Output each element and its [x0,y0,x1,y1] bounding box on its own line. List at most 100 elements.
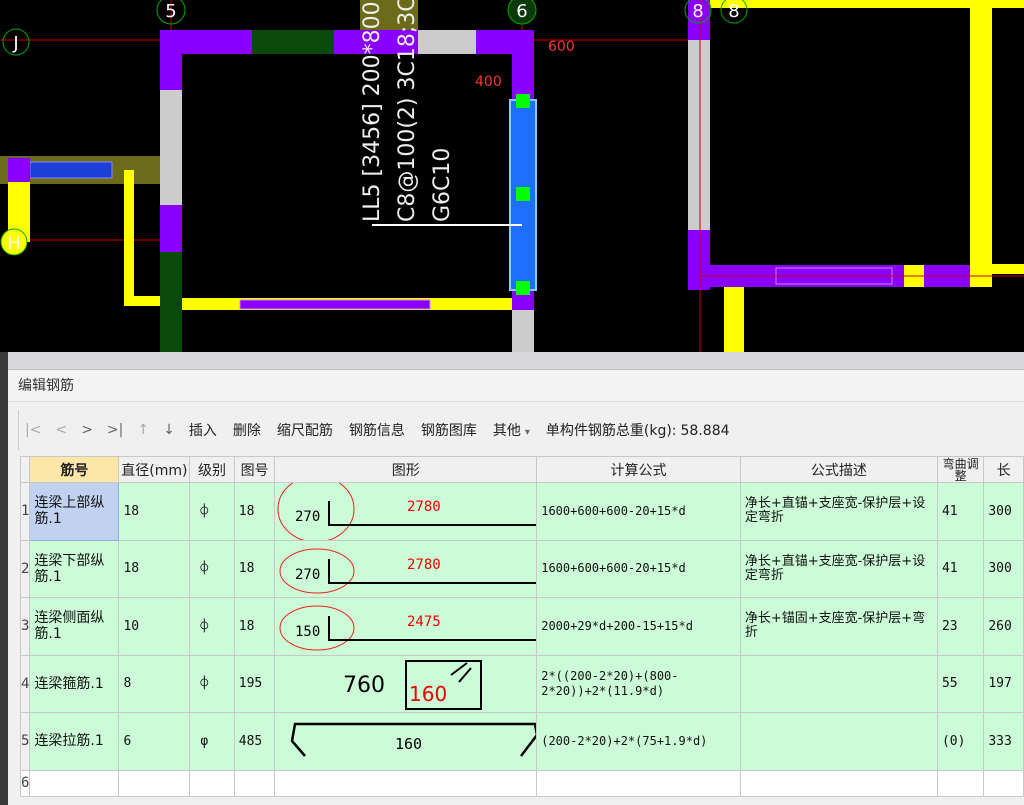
grade-cell[interactable]: ⌽ [189,482,235,541]
empty-cell[interactable] [936,769,985,797]
last-record-button[interactable]: >| [107,422,123,438]
svg-text:H: H [7,233,21,254]
figure-no-cell[interactable]: 18 [233,597,276,656]
first-record-button[interactable]: |< [25,422,41,438]
header-figure-no[interactable]: 图号 [233,456,276,483]
main-length: 2475 [407,614,441,630]
formula-cell[interactable]: (200-2*20)+2*(75+1.9*d) [536,712,741,771]
grade-cell[interactable]: ⌽ [189,539,235,598]
total-weight-value: 58.884 [680,423,730,439]
beam-annotation-line2: C8@100(2) 3C18;3C [395,0,420,222]
description-cell[interactable] [739,654,938,713]
header-bar-no[interactable]: 筋号 [29,456,120,483]
empty-cell[interactable] [189,769,235,797]
table-row[interactable]: 1 连梁上部纵筋.1 18 ⌽ 18 270 2780 1600+600+600… [19,482,1024,541]
table-row[interactable]: 3 连梁侧面纵筋.1 10 ⌽ 18 150 2475 2000+29*d+20… [19,597,1024,656]
table-row[interactable]: 5 连梁拉筋.1 6 φ 485 160 (200-2*20)+2*(75+1.… [19,712,1024,771]
bar-name-cell[interactable]: 连梁上部纵筋.1 [29,482,120,541]
empty-cell[interactable] [274,769,538,797]
main-length: 2780 [407,499,441,515]
formula-cell[interactable]: 2*((200-2*20)+(800-2*20))+2*(11.9*d) [536,654,741,713]
dimension-400: 400 [475,74,502,90]
header-diameter[interactable]: 直径(mm) [118,456,191,483]
description-cell[interactable]: 净长+直锚+支座宽-保护层+设定弯折 [739,539,938,598]
bar-name-cell[interactable]: 连梁箍筋.1 [29,654,120,713]
length-cell[interactable]: 300 [983,482,1024,541]
rebar-library-button[interactable]: 钢筋图库 [421,420,477,440]
move-down-button[interactable]: ↓ [163,422,175,438]
header-grade[interactable]: 级别 [189,456,235,483]
bar-name-cell[interactable]: 连梁拉筋.1 [29,712,120,771]
shape-cell[interactable]: 270 2780 [274,482,538,541]
header-formula[interactable]: 计算公式 [536,456,741,483]
figure-no-cell[interactable]: 18 [233,539,276,598]
figure-no-cell[interactable]: 485 [233,712,276,771]
diameter-cell[interactable]: 18 [118,539,191,598]
bend-adjust-cell[interactable]: (0) [936,712,985,771]
bar-name-cell[interactable]: 连梁侧面纵筋.1 [29,597,120,656]
row-number[interactable]: 4 [19,654,31,713]
header-description[interactable]: 公式描述 [739,456,938,483]
row-number[interactable]: 1 [19,482,31,541]
diameter-cell[interactable]: 18 [118,482,191,541]
row-number[interactable]: 5 [19,712,31,771]
bend-adjust-cell[interactable]: 41 [936,482,985,541]
figure-no-cell[interactable]: 195 [233,654,276,713]
other-dropdown[interactable]: 其他 ▾ [493,420,530,440]
length-cell[interactable]: 300 [983,539,1024,598]
header-length[interactable]: 长 [983,456,1024,483]
next-record-button[interactable]: > [81,422,93,438]
beam-annotation-line3: G6C10 [430,148,455,222]
toolbar: |< < > >| ↑ ↓ 插入 删除 缩尺配筋 钢筋信息 钢筋图库 其他 ▾ 单… [18,410,746,450]
bend-length: 270 [295,567,320,583]
grade-cell[interactable]: ⌽ [189,597,235,656]
empty-cell[interactable] [739,769,938,797]
formula-cell[interactable]: 1600+600+600-20+15*d [536,539,741,598]
header-bend-adjust[interactable]: 弯曲调整 [936,456,985,483]
table-row[interactable]: 6 [19,769,1024,797]
prev-record-button[interactable]: < [55,422,67,438]
shape-cell[interactable]: 760 160 [274,654,538,713]
bar-name-cell[interactable]: 连梁下部纵筋.1 [29,539,120,598]
empty-cell[interactable] [29,769,120,797]
tie-length: 160 [395,735,422,753]
diameter-cell[interactable]: 6 [118,712,191,771]
svg-text:8: 8 [728,1,739,22]
rebar-info-button[interactable]: 钢筋信息 [349,420,405,440]
formula-cell[interactable]: 2000+29*d+200-15+15*d [536,597,741,656]
empty-cell[interactable] [233,769,276,797]
table-row[interactable]: 4 连梁箍筋.1 8 ⌽ 195 760 160 2*((200-2*20)+(… [19,654,1024,713]
figure-no-cell[interactable]: 18 [233,482,276,541]
diameter-cell[interactable]: 10 [118,597,191,656]
shape-cell[interactable]: 160 [274,712,538,771]
diameter-cell[interactable]: 8 [118,654,191,713]
grade-cell[interactable]: ⌽ [189,654,235,713]
length-cell[interactable]: 197 [983,654,1024,713]
move-up-button[interactable]: ↑ [137,422,149,438]
empty-cell[interactable] [118,769,191,797]
cad-drawing-canvas[interactable]: 5 6 8 8 J H 600 400 LL5 [3456] 200*800 C… [0,0,1024,352]
bend-adjust-cell[interactable]: 23 [936,597,985,656]
description-cell[interactable]: 净长+直锚+支座宽-保护层+设定弯折 [739,482,938,541]
length-cell[interactable]: 260 [983,597,1024,656]
stirrup-width: 160 [409,682,447,706]
scale-rebar-button[interactable]: 缩尺配筋 [277,420,333,440]
shape-cell[interactable]: 270 2780 [274,539,538,598]
empty-cell[interactable] [536,769,741,797]
length-cell[interactable]: 333 [983,712,1024,771]
delete-button[interactable]: 删除 [233,420,261,440]
empty-cell[interactable] [983,769,1024,797]
shape-cell[interactable]: 150 2475 [274,597,538,656]
bend-adjust-cell[interactable]: 55 [936,654,985,713]
bend-adjust-cell[interactable]: 41 [936,539,985,598]
table-row[interactable]: 2 连梁下部纵筋.1 18 ⌽ 18 270 2780 1600+600+600… [19,539,1024,598]
row-number[interactable]: 2 [19,539,31,598]
row-number[interactable]: 6 [19,769,31,797]
header-shape[interactable]: 图形 [274,456,538,483]
formula-cell[interactable]: 1600+600+600-20+15*d [536,482,741,541]
description-cell[interactable] [739,712,938,771]
insert-button[interactable]: 插入 [189,420,217,440]
description-cell[interactable]: 净长+锚固+支座宽-保护层+弯折 [739,597,938,656]
grade-cell[interactable]: φ [189,712,235,771]
row-number[interactable]: 3 [19,597,31,656]
